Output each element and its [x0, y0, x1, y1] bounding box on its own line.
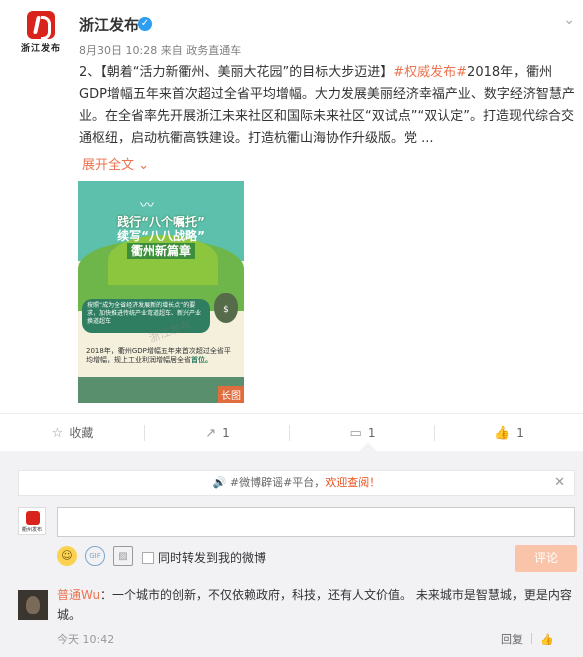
image-banner-line2: 续写“八八战略” [117, 229, 205, 243]
post-source[interactable]: 政务直通车 [186, 44, 241, 57]
like-button[interactable]: 👍 1 [435, 414, 583, 452]
comment-submit-button[interactable]: 评论 [515, 545, 577, 572]
forward-button[interactable]: ↗ 1 [145, 414, 290, 452]
comment-input[interactable] [57, 507, 575, 537]
commenter-avatar[interactable]: 衢州发布 [18, 507, 46, 535]
gif-icon[interactable]: GIF [85, 546, 105, 566]
image-paragraph: 2018年，衢州GDP增幅五年来首次超过全省平均增幅，规上工业利润增幅居全省首位… [86, 347, 236, 365]
thumbs-up-icon: 👍 [494, 426, 511, 441]
favorite-button[interactable]: ☆ 收藏 [0, 414, 145, 452]
reply-button[interactable]: 回复 [501, 633, 523, 646]
comment-count: 1 [367, 426, 376, 440]
image-banner-line1: 践行“八个嘱托” [117, 215, 205, 229]
publisher-logo-text: 浙江发布 [21, 44, 62, 54]
post-meta: 8月30日 10:28 来自 政务直通车 [79, 42, 241, 58]
post-content: 2、【朝着“活力新衢州、美丽大花园”的目标大步迈进】#权威发布#2018年，衢州… [79, 62, 575, 150]
publisher-avatar[interactable]: 浙江发布 [21, 11, 61, 55]
favorite-label: 收藏 [69, 426, 94, 440]
reply-content: 普通Wu：一个城市的创新，不仅依赖政府，科技，还有人文价值。 未来城市是智慧城，… [57, 585, 572, 625]
rumor-notice-bar[interactable]: 🔊 #微博辟谣#平台，欢迎查阅！ ✕ [18, 470, 575, 496]
comment-section: 🔊 #微博辟谣#平台，欢迎查阅！ ✕ 衢州发布 ☺ GIF ▨ 同时转发到我的微… [0, 451, 583, 657]
reply-timestamp: 今天 10:42 [57, 633, 115, 646]
reply-actions: 回复 👍 [501, 631, 554, 647]
reply-user-avatar[interactable] [18, 590, 48, 620]
repost-checkbox[interactable] [142, 552, 154, 564]
post-content-prefix: 2、【朝着“活力新衢州、美丽大花园”的目标大步迈进】 [79, 65, 394, 80]
forward-count: 1 [222, 426, 230, 440]
repost-checkbox-row[interactable]: 同时转发到我的微博 [142, 549, 266, 566]
publisher-logo-icon [27, 11, 55, 40]
post-image-thumbnail[interactable]: 〰 践行“八个嘱托” 续写“八八战略” 衢州新篇章 按照“成为全省经济发展新的增… [78, 181, 244, 403]
post-source-prefix: 来自 [160, 44, 183, 57]
reply-username[interactable]: 普通Wu [57, 588, 100, 602]
reply-text: ：一个城市的创新，不仅依赖政府，科技，还有人文价值。 未来城市是智慧城，更是内容… [57, 588, 572, 622]
commenter-logo-icon [26, 511, 40, 525]
forward-icon: ↗ [205, 426, 217, 441]
expand-label: 展开全文 [82, 158, 135, 173]
long-image-tag: 长图 [218, 386, 244, 403]
verified-badge-icon: ✓ [138, 17, 152, 31]
image-paragraph-highlight: 首位。 [191, 356, 212, 364]
hashtag-link[interactable]: #权威发布# [393, 65, 467, 80]
expand-full-text-link[interactable]: 展开全文 ⌄ [82, 154, 149, 173]
repost-label: 同时转发到我的微博 [158, 551, 267, 565]
image-banner: 践行“八个嘱托” 续写“八八战略” 衢州新篇章 [90, 215, 232, 259]
publisher-username[interactable]: 浙江发布 [79, 14, 139, 35]
notice-highlight-link[interactable]: 欢迎查阅！ [325, 476, 380, 489]
post-menu-chevron-down-icon[interactable]: ⌄ [563, 12, 575, 28]
post-action-bar: ☆ 收藏 ↗ 1 ▭ 1 👍 1 [0, 413, 583, 451]
image-upload-icon[interactable]: ▨ [113, 546, 133, 566]
comment-bubble-icon: ▭ [349, 426, 362, 441]
reply-like-thumbs-up-icon[interactable]: 👍 [540, 633, 554, 646]
bird-icon: 〰 [140, 198, 154, 214]
divider [531, 633, 532, 644]
close-icon[interactable]: ✕ [554, 471, 565, 495]
like-count: 1 [516, 426, 524, 440]
notice-text: #微博辟谣#平台， [229, 476, 326, 489]
image-banner-line3: 衢州新篇章 [126, 243, 195, 259]
star-icon: ☆ [51, 426, 64, 441]
chevron-down-icon: ⌄ [138, 158, 150, 173]
commenter-avatar-text: 衢州发布 [21, 527, 42, 533]
emoji-icon[interactable]: ☺ [57, 546, 77, 566]
notice-icon: 🔊 [212, 476, 227, 489]
post-timestamp[interactable]: 8月30日 10:28 [79, 44, 157, 57]
weibo-post: 浙江发布 浙江发布 ✓ ⌄ 8月30日 10:28 来自 政务直通车 2、【朝着… [0, 0, 583, 413]
money-bag-icon: $ [214, 293, 238, 323]
